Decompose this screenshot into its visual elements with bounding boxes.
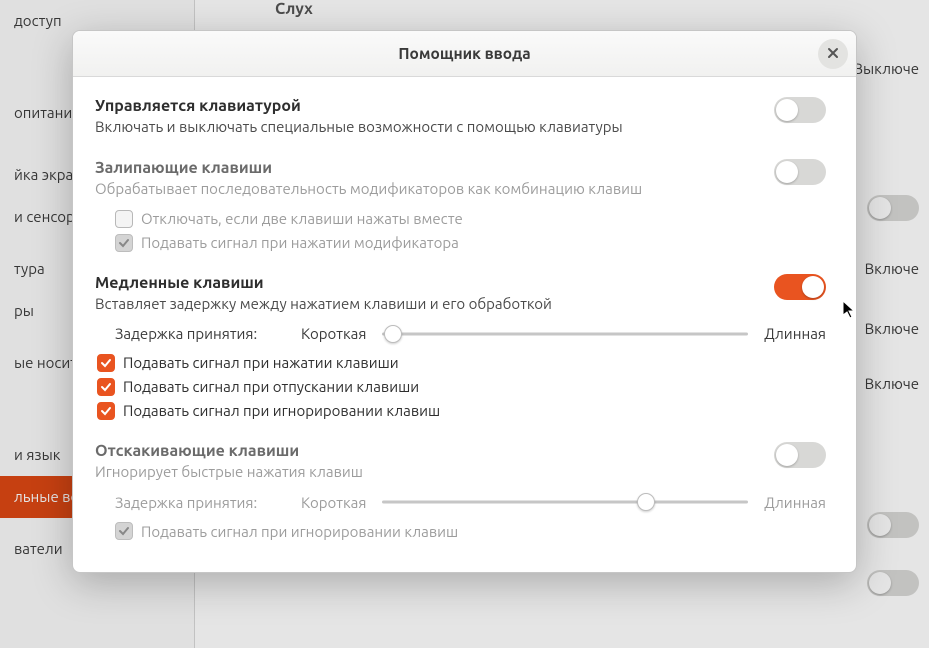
- slider-min-label: Короткая: [301, 325, 366, 342]
- typing-assist-dialog: Помощник ввода Управляется клавиатурой В…: [72, 30, 857, 573]
- modal-overlay: Помощник ввода Управляется клавиатурой В…: [0, 0, 929, 648]
- checkbox-label: Подавать сигнал при нажатии модификатора: [141, 234, 459, 251]
- sticky-keys-toggle[interactable]: [774, 159, 826, 185]
- close-icon: [827, 45, 839, 63]
- slider-min-label: Короткая: [301, 494, 366, 511]
- section-desc: Включать и выключать специальные возможн…: [95, 117, 623, 137]
- checkbox-label[interactable]: Подавать сигнал при игнорировании клавиш: [123, 402, 440, 419]
- section-title: Медленные клавиши: [95, 274, 552, 292]
- slow-beep-reject-checkbox[interactable]: [97, 402, 115, 420]
- slow-beep-release-checkbox[interactable]: [97, 378, 115, 396]
- bounce-keys-toggle[interactable]: [774, 442, 826, 468]
- keyboard-control-toggle[interactable]: [774, 97, 826, 123]
- section-desc: Вставляет задержку между нажатием клавиш…: [95, 294, 552, 314]
- bounce-keys-delay-slider[interactable]: [382, 492, 748, 512]
- slider-max-label: Длинная: [764, 325, 826, 342]
- section-title: Залипающие клавиши: [95, 159, 642, 177]
- close-button[interactable]: [818, 39, 848, 69]
- dialog-title: Помощник ввода: [398, 45, 530, 62]
- checkbox-label: Подавать сигнал при игнорировании клавиш: [141, 523, 458, 540]
- section-title: Отскакивающие клавиши: [95, 442, 363, 460]
- bounce-beep-reject-checkbox[interactable]: [115, 522, 133, 540]
- checkbox-label[interactable]: Подавать сигнал при отпускании клавиши: [123, 378, 419, 395]
- slider-label: Задержка принятия:: [115, 325, 285, 342]
- slow-beep-press-checkbox[interactable]: [97, 354, 115, 372]
- section-bounce-keys: Отскакивающие клавиши Игнорирует быстрые…: [95, 442, 826, 540]
- checkbox-label[interactable]: Подавать сигнал при нажатии клавиши: [123, 354, 399, 371]
- section-desc: Обрабатывает последовательность модифика…: [95, 179, 642, 199]
- dialog-body: Управляется клавиатурой Включать и выклю…: [73, 77, 856, 572]
- slider-max-label: Длинная: [764, 494, 826, 511]
- dialog-header: Помощник ввода: [73, 31, 856, 77]
- section-slow-keys: Медленные клавиши Вставляет задержку меж…: [95, 274, 826, 420]
- slow-keys-toggle[interactable]: [774, 274, 826, 300]
- slow-keys-delay-slider[interactable]: [382, 324, 748, 344]
- section-title: Управляется клавиатурой: [95, 97, 623, 115]
- sticky-beep-modifier-checkbox[interactable]: [115, 234, 133, 252]
- slider-label: Задержка принятия:: [115, 494, 285, 511]
- section-desc: Игнорирует быстрые нажатия клавиш: [95, 462, 363, 482]
- section-keyboard-control: Управляется клавиатурой Включать и выклю…: [95, 97, 826, 137]
- checkbox-label: Отключать, если две клавиши нажаты вмест…: [141, 210, 463, 227]
- sticky-disable-two-checkbox[interactable]: [115, 210, 133, 228]
- section-sticky-keys: Залипающие клавиши Обрабатывает последов…: [95, 159, 826, 251]
